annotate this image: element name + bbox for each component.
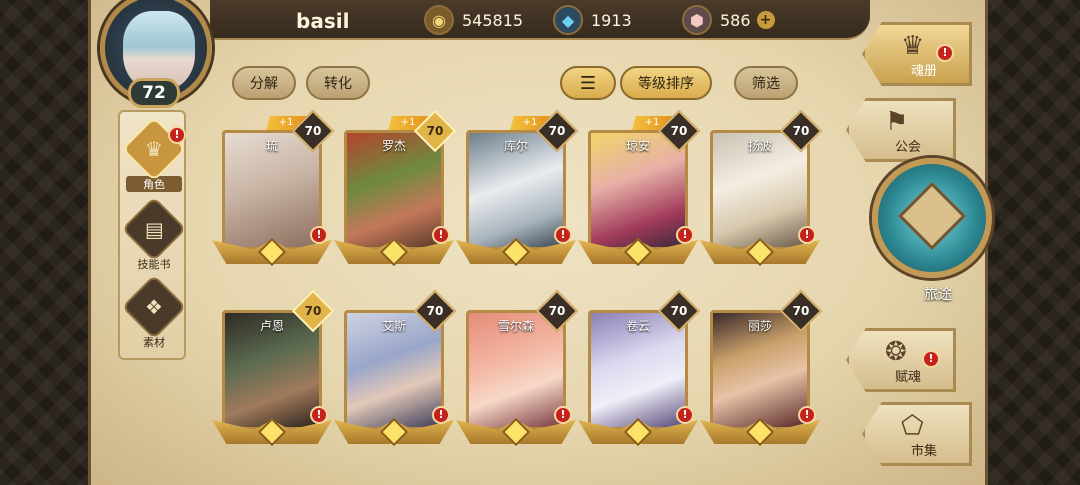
card-frame: 罗杰	[344, 130, 444, 250]
side-item-character[interactable]: ♛ 角色 !	[120, 116, 188, 192]
alert-badge: !	[432, 406, 450, 424]
guild-label: 公会	[895, 140, 922, 155]
card-frame: 雪尔森	[466, 310, 566, 430]
market-icon: ⬠	[901, 411, 924, 441]
journey-button[interactable]: 旅途	[872, 158, 992, 303]
alert-badge: !	[310, 226, 328, 244]
filter-button[interactable]: 筛选	[734, 66, 798, 100]
alert-badge: !	[676, 226, 694, 244]
crystal-currency: ◆ 1913	[553, 5, 632, 35]
alert-badge: !	[798, 406, 816, 424]
gem-value: 586	[720, 10, 751, 30]
alert-badge: !	[936, 44, 954, 62]
side-item-skill-book[interactable]: ▤ 技能书	[120, 196, 188, 272]
soul-gift-icon: ❂	[885, 337, 907, 367]
alert-badge: !	[676, 406, 694, 424]
market-button[interactable]: ⬠ 市集	[862, 402, 972, 466]
character-card[interactable]: +1 琉 70 !	[212, 109, 335, 267]
character-card[interactable]: 卢恩 70 !	[212, 289, 335, 447]
card-frame: 艾斯	[344, 310, 444, 430]
card-frame: 扬波	[710, 130, 810, 250]
gold-coin-icon: ◉	[424, 5, 454, 35]
card-frame: 琼安	[588, 130, 688, 250]
blue-crystal-icon: ◆	[553, 5, 583, 35]
left-side-menu: ♛ 角色 ! ▤ 技能书 ❖ 素材	[118, 110, 188, 360]
alert-badge: !	[554, 406, 572, 424]
alert-badge: !	[168, 126, 186, 144]
side-item-material[interactable]: ❖ 素材	[120, 274, 188, 350]
journey-label: 旅途	[924, 287, 952, 303]
card-frame: 丽莎	[710, 310, 810, 430]
character-card[interactable]: +1 罗杰 70 !	[334, 109, 457, 267]
card-frame: 琉	[222, 130, 322, 250]
character-card[interactable]: 卷云 70 !	[578, 289, 701, 447]
character-card[interactable]: 艾斯 70 !	[334, 289, 457, 447]
add-gem-button[interactable]: +	[756, 11, 775, 29]
alert-badge: !	[922, 350, 940, 368]
character-card[interactable]: 扬波 70 !	[700, 109, 823, 267]
character-card[interactable]: +1 库尔 70 !	[456, 109, 579, 267]
gold-value: 545815	[462, 10, 524, 30]
character-card[interactable]: +1 琼安 70 !	[578, 109, 701, 267]
alert-badge: !	[554, 226, 572, 244]
skill-book-icon: ▤	[121, 196, 187, 262]
alert-badge: !	[310, 406, 328, 424]
card-frame: 卷云	[588, 310, 688, 430]
pink-gem-icon: ⬢	[682, 5, 712, 35]
convert-button[interactable]: 转化	[306, 66, 370, 100]
player-name: basil	[296, 9, 350, 33]
soul-book-label: 魂册	[911, 64, 938, 79]
crystal-value: 1913	[591, 10, 632, 30]
guild-icon: ⚑	[885, 107, 909, 137]
market-label: 市集	[911, 444, 938, 459]
alert-badge: !	[432, 226, 450, 244]
guild-button[interactable]: ⚑ 公会	[846, 98, 956, 162]
gem-currency: ⬢ 586 +	[682, 5, 775, 35]
character-card[interactable]: 雪尔森 70 !	[456, 289, 579, 447]
sort-level-button[interactable]: 等级排序	[620, 66, 712, 100]
gold-currency: ◉ 545815	[424, 5, 523, 35]
player-level-badge: 72	[128, 78, 180, 108]
sort-icon: ☰	[579, 72, 597, 94]
sort-order-button[interactable]: ☰	[560, 66, 616, 100]
decompose-button[interactable]: 分解	[232, 66, 296, 100]
character-card[interactable]: 丽莎 70 !	[700, 289, 823, 447]
soul-book-button[interactable]: ♛ 魂册	[862, 22, 972, 86]
material-icon: ❖	[121, 274, 187, 340]
card-frame: 库尔	[466, 130, 566, 250]
soul-book-icon: ♛	[901, 31, 925, 61]
alert-badge: !	[798, 226, 816, 244]
soul-gift-label: 赋魂	[895, 370, 922, 385]
card-frame: 卢恩	[222, 310, 322, 430]
